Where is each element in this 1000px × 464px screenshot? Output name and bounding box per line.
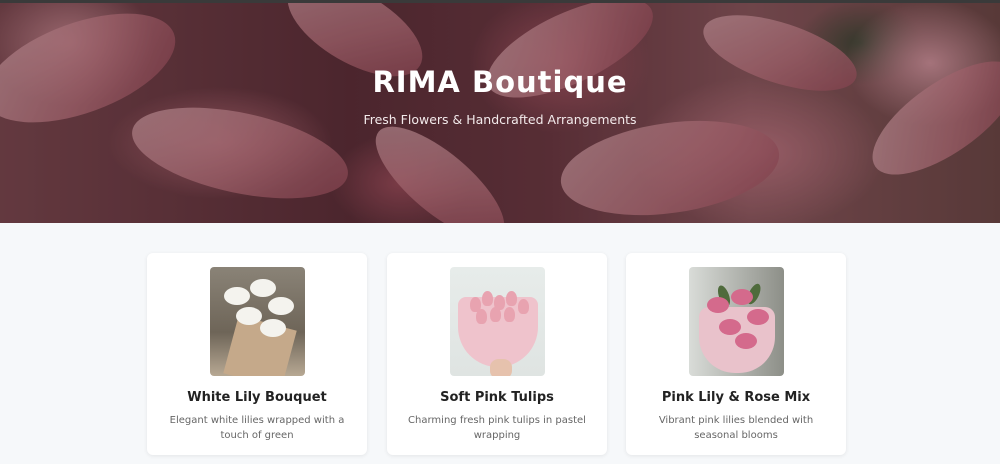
- lily-bloom: [268, 297, 294, 315]
- product-image[interactable]: [450, 267, 545, 376]
- lily-bloom: [260, 319, 286, 337]
- lily-bloom: [731, 289, 753, 305]
- hero-banner: RIMA Boutique Fresh Flowers & Handcrafte…: [0, 3, 1000, 223]
- rose-bloom: [735, 333, 757, 349]
- product-card[interactable]: White Lily Bouquet Elegant white lilies …: [147, 253, 367, 455]
- tulip-bloom: [504, 307, 515, 322]
- page-subtitle: Fresh Flowers & Handcrafted Arrangements: [363, 112, 637, 127]
- product-card[interactable]: Soft Pink Tulips Charming fresh pink tul…: [387, 253, 607, 455]
- product-title: Soft Pink Tulips: [440, 390, 554, 405]
- tulip-bloom: [482, 291, 493, 306]
- product-grid: White Lily Bouquet Elegant white lilies …: [147, 253, 847, 464]
- product-image[interactable]: [210, 267, 305, 376]
- product-title: White Lily Bouquet: [187, 390, 327, 405]
- tulip-bloom: [476, 309, 487, 324]
- product-description: Charming fresh pink tulips in pastel wra…: [408, 415, 586, 441]
- lily-bloom: [236, 307, 262, 325]
- product-image[interactable]: [689, 267, 784, 376]
- lily-bloom: [250, 279, 276, 297]
- tulip-bloom: [490, 307, 501, 322]
- lily-bloom: [224, 287, 250, 305]
- product-description: Vibrant pink lilies blended with seasona…: [658, 415, 814, 441]
- product-title: Pink Lily & Rose Mix: [661, 390, 811, 405]
- product-description: Elegant white lilies wrapped with a touc…: [169, 415, 345, 441]
- tulip-bloom: [506, 291, 517, 306]
- product-card[interactable]: Pink Lily & Rose Mix Vibrant pink lilies…: [626, 253, 846, 455]
- tulip-bloom: [518, 299, 529, 314]
- page-title: RIMA Boutique: [372, 65, 628, 99]
- lily-bloom: [747, 309, 769, 325]
- rose-bloom: [719, 319, 741, 335]
- hand: [490, 359, 512, 376]
- lily-bloom: [707, 297, 729, 313]
